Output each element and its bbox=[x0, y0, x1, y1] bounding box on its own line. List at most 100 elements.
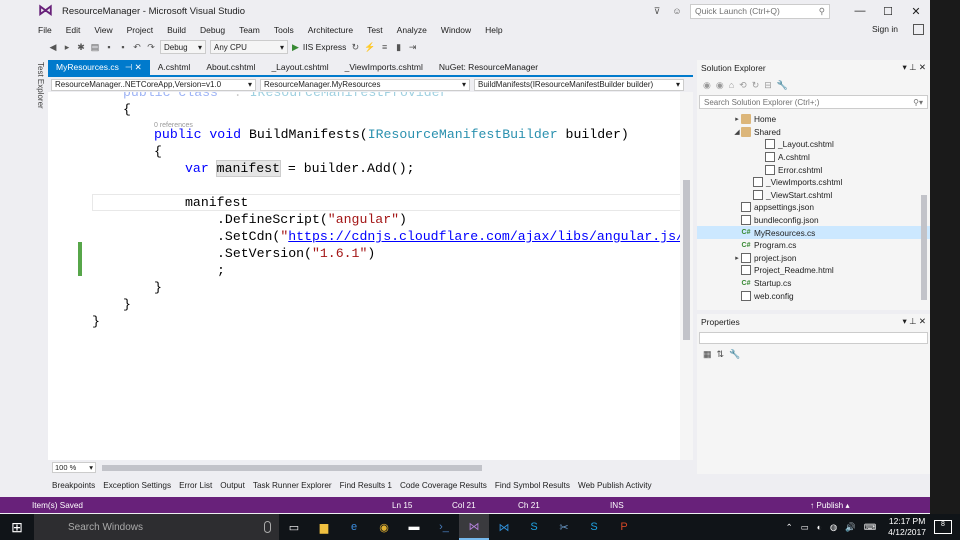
edge-icon[interactable]: e bbox=[339, 514, 369, 540]
undo-icon[interactable]: ↶ bbox=[132, 42, 142, 53]
bottom-tab[interactable]: Find Results 1 bbox=[336, 481, 396, 490]
document-tab[interactable]: _Layout.cshtml bbox=[263, 60, 336, 75]
feedback-icon[interactable]: ☺ bbox=[672, 6, 682, 16]
save-icon[interactable]: ▪ bbox=[104, 42, 114, 52]
bottom-tab[interactable]: Web Publish Activity bbox=[574, 481, 656, 490]
document-tab[interactable]: MyResources.cs ⊣ ✕ bbox=[48, 60, 150, 75]
task-view-icon[interactable]: ▭ bbox=[279, 514, 309, 540]
skype-business-icon[interactable]: S bbox=[579, 514, 609, 540]
visual-studio-taskbar-icon[interactable]: ⋈ bbox=[459, 514, 489, 540]
new-project-icon[interactable]: ✱ bbox=[76, 42, 86, 53]
menu-debug[interactable]: Debug bbox=[193, 25, 232, 35]
pane-controls[interactable]: ▾ ⊥ ✕ bbox=[902, 316, 926, 327]
class-nav-dropdown[interactable]: ResourceManager.MyResources ▾ bbox=[260, 78, 470, 91]
open-icon[interactable]: ▤ bbox=[90, 42, 100, 53]
project-nav-dropdown[interactable]: ResourceManager..NETCoreApp,Version=v1.0… bbox=[51, 78, 256, 91]
tray-expand-icon[interactable]: ⌃ bbox=[786, 522, 793, 533]
browser-link-icon[interactable]: ⚡ bbox=[364, 42, 375, 53]
account-icon[interactable] bbox=[913, 24, 924, 35]
solution-explorer-scrollbar[interactable] bbox=[921, 195, 927, 300]
maximize-button[interactable]: ☐ bbox=[874, 5, 902, 18]
menu-analyze[interactable]: Analyze bbox=[390, 25, 434, 35]
bottom-tab[interactable]: Exception Settings bbox=[99, 481, 175, 490]
solution-tree-item[interactable]: A.cshtml bbox=[697, 151, 930, 164]
solution-explorer-search[interactable]: Search Solution Explorer (Ctrl+;) ⚲▾ bbox=[699, 95, 928, 109]
file-explorer-icon[interactable]: ▆ bbox=[309, 514, 339, 540]
member-nav-dropdown[interactable]: BuildManifests(IResourceManifestBuilder … bbox=[474, 78, 684, 91]
forward-icon[interactable]: ◉ bbox=[716, 80, 724, 91]
taskbar-search[interactable]: Search Windows bbox=[34, 514, 279, 540]
solution-tree-item[interactable]: ▸ project.json bbox=[697, 252, 930, 265]
filter-icon[interactable]: ⊽ bbox=[652, 6, 662, 17]
menu-project[interactable]: Project bbox=[120, 25, 160, 35]
document-tab[interactable]: A.cshtml bbox=[150, 60, 199, 75]
bottom-tab[interactable]: Output bbox=[216, 481, 249, 490]
taskbar-clock[interactable]: 12:17 PM 4/12/2017 bbox=[888, 516, 926, 538]
editor-scroll-thumb[interactable] bbox=[683, 180, 690, 340]
editor-horizontal-scroll-thumb[interactable] bbox=[102, 464, 482, 471]
minimize-button[interactable]: — bbox=[846, 5, 874, 17]
menu-window[interactable]: Window bbox=[434, 25, 478, 35]
solution-tree-item[interactable]: C# Program.cs bbox=[697, 239, 930, 252]
menu-view[interactable]: View bbox=[87, 25, 119, 35]
code-editor[interactable]: public class : IResourceManifestProvider… bbox=[48, 92, 693, 460]
solution-tree-item[interactable]: Error.cshtml bbox=[697, 163, 930, 176]
refresh-icon[interactable]: ↻ bbox=[752, 80, 760, 91]
menu-team[interactable]: Team bbox=[232, 25, 267, 35]
tray-app-icon[interactable]: ◍ bbox=[830, 522, 837, 533]
menu-edit[interactable]: Edit bbox=[59, 25, 88, 35]
solution-tree-item[interactable]: Project_Readme.html bbox=[697, 264, 930, 277]
property-pages-icon[interactable]: 🔧 bbox=[729, 349, 740, 360]
command-prompt-icon[interactable]: ▬ bbox=[399, 514, 429, 540]
solution-tree-item[interactable]: _ViewStart.cshtml bbox=[697, 189, 930, 202]
solution-tree-item[interactable]: _ViewImports.cshtml bbox=[697, 176, 930, 189]
solution-tree-item[interactable]: web.config bbox=[697, 289, 930, 302]
zoom-dropdown[interactable]: 100 % ▾ bbox=[52, 462, 96, 473]
menu-file[interactable]: File bbox=[0, 25, 59, 35]
close-button[interactable]: ✕ bbox=[902, 5, 930, 18]
editor-vertical-scrollbar[interactable] bbox=[680, 92, 693, 460]
sign-in-link[interactable]: Sign in bbox=[872, 24, 898, 34]
refresh-icon[interactable]: ↻ bbox=[350, 42, 360, 53]
document-tab[interactable]: About.cshtml bbox=[198, 60, 263, 75]
properties-wrench-icon[interactable]: 🔧 bbox=[777, 80, 788, 91]
tray-app-icon[interactable]: ▭ bbox=[801, 522, 809, 533]
bottom-tab[interactable]: Task Runner Explorer bbox=[249, 481, 336, 490]
bottom-tab[interactable]: Code Coverage Results bbox=[396, 481, 491, 490]
solution-tree-item[interactable]: appsettings.json bbox=[697, 201, 930, 214]
solution-tree-item[interactable]: bundleconfig.json bbox=[697, 214, 930, 227]
sync-icon[interactable]: ⟲ bbox=[739, 80, 747, 91]
expand-arrow-icon[interactable]: ◢ bbox=[733, 128, 741, 136]
expand-arrow-icon[interactable]: ▸ bbox=[733, 115, 741, 123]
menu-test[interactable]: Test bbox=[360, 25, 390, 35]
save-all-icon[interactable]: ▪ bbox=[118, 42, 128, 52]
menu-architecture[interactable]: Architecture bbox=[301, 25, 360, 35]
menu-build[interactable]: Build bbox=[160, 25, 193, 35]
home-icon[interactable]: ⌂ bbox=[729, 80, 734, 90]
keyboard-icon[interactable]: ⌨ bbox=[864, 522, 876, 533]
solution-tree-item[interactable]: _Layout.cshtml bbox=[697, 138, 930, 151]
forward-icon[interactable]: ▸ bbox=[62, 42, 72, 53]
microphone-icon[interactable] bbox=[264, 521, 271, 533]
bookmark-icon[interactable]: ▮ bbox=[394, 42, 404, 53]
action-center-icon[interactable]: 8 bbox=[934, 520, 952, 534]
alphabetical-icon[interactable]: ⇅ bbox=[717, 349, 725, 360]
start-debug-icon[interactable]: ▶ bbox=[292, 42, 299, 53]
tray-app-icon[interactable]: ◐ bbox=[817, 522, 822, 532]
categorized-icon[interactable]: ▦ bbox=[703, 349, 712, 360]
windows-start-icon[interactable]: ⊞ bbox=[0, 519, 34, 536]
document-tab[interactable]: NuGet: ResourceManager bbox=[431, 60, 546, 75]
bottom-tab[interactable]: Find Symbol Results bbox=[491, 481, 574, 490]
publish-button[interactable]: ↑ Publish ▴ bbox=[810, 500, 850, 510]
volume-icon[interactable]: 🔊 bbox=[845, 522, 856, 533]
config-dropdown[interactable]: Debug ▾ bbox=[160, 40, 206, 54]
snipping-tool-icon[interactable]: ✂ bbox=[549, 514, 579, 540]
comment-icon[interactable]: ≡ bbox=[380, 42, 390, 52]
powerpoint-icon[interactable]: P bbox=[609, 514, 639, 540]
skype-icon[interactable]: S bbox=[519, 514, 549, 540]
solution-tree-item[interactable]: ▸ Home bbox=[697, 113, 930, 126]
test-explorer-tab[interactable]: Test Explorer bbox=[36, 62, 45, 109]
menu-help[interactable]: Help bbox=[478, 25, 509, 35]
cdn-url-link[interactable]: https://cdnjs.cloudflare.com/ajax/libs/a… bbox=[288, 229, 692, 244]
powershell-icon[interactable]: ›_ bbox=[429, 514, 459, 540]
